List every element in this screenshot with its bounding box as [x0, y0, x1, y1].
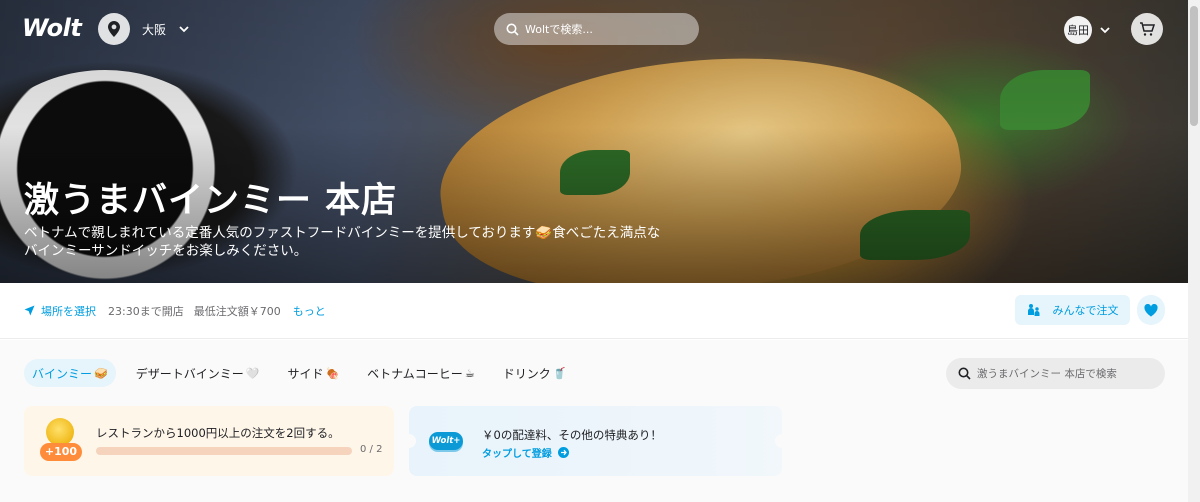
- more-info-link[interactable]: もっと: [293, 303, 326, 319]
- tab-vietnamese-coffee[interactable]: ベトナムコーヒー ☕: [359, 359, 483, 387]
- tab-label: バインミー: [32, 366, 93, 381]
- coin-icon: [46, 418, 74, 446]
- ticket-notch: [402, 434, 416, 448]
- mission-text: レストランから1000円以上の注文を2回する。: [96, 426, 340, 440]
- venue-description: ベトナムで親しまれている定番人気のファストフードバインミーを提供しております🥪食…: [24, 225, 661, 259]
- location-pin-icon: [108, 21, 120, 37]
- tab-emoji: 🍖: [325, 366, 340, 380]
- venue-header: 激うまバインミー 本店 ベトナムで親しまれている定番人気のファストフードバインミ…: [24, 180, 664, 260]
- navigation-arrow-icon: [24, 305, 35, 316]
- location-pin-button[interactable]: [98, 13, 130, 45]
- global-search-input[interactable]: Woltで検索...: [494, 13, 699, 45]
- hero-banner: Wolt 大阪 Woltで検索... 島田 激うまバインミー 本店 ベトナムで親…: [0, 0, 1188, 283]
- wolt-plus-cta-label: タップして登録: [482, 449, 552, 460]
- tab-emoji: ☕: [464, 366, 475, 380]
- tab-banh-mi[interactable]: バインミー 🥪: [24, 359, 116, 387]
- cart-button[interactable]: [1131, 13, 1163, 45]
- ticket-notch: [775, 434, 789, 448]
- tab-side[interactable]: サイド 🍖: [279, 359, 347, 387]
- venue-title: 激うまバインミー 本店: [24, 181, 398, 221]
- bonus-badge: +100: [40, 443, 82, 461]
- tab-emoji: 🤍: [245, 366, 260, 380]
- choose-location-link[interactable]: 場所を選択: [24, 303, 96, 319]
- menu-search-placeholder: 激うまバインミー 本店で検索: [977, 368, 1117, 380]
- wolt-plus-cta[interactable]: タップして登録: [482, 445, 569, 460]
- scrollbar-thumb[interactable]: [1190, 6, 1198, 126]
- group-order-button[interactable]: みんなで注文: [1015, 295, 1130, 325]
- heart-icon: [1144, 303, 1158, 316]
- arrow-right-icon: [557, 447, 569, 458]
- search-icon: [958, 367, 971, 380]
- category-tabs: バインミー 🥪 デザートバインミー 🤍 サイド 🍖 ベトナムコーヒー ☕ ドリンク 🥤: [24, 359, 586, 387]
- wolt-plus-card[interactable]: Wolt+ ￥0の配達料、その他の特典あり！ タップして登録: [402, 406, 789, 476]
- favorite-button[interactable]: [1137, 295, 1165, 325]
- tab-emoji: 🥪: [94, 366, 108, 380]
- search-icon: [506, 23, 519, 36]
- mission-progress-bar: [96, 447, 352, 455]
- location-city[interactable]: 大阪: [142, 21, 166, 38]
- wolt-plus-badge: Wolt+: [429, 432, 463, 450]
- group-people-icon: [1027, 304, 1039, 316]
- tab-label: デザートバインミー: [135, 366, 244, 381]
- user-avatar[interactable]: 島田: [1064, 16, 1092, 44]
- chevron-down-icon[interactable]: [1099, 21, 1111, 40]
- tab-label: サイド: [287, 366, 324, 381]
- minimum-order: 最低注文額￥700: [193, 304, 281, 318]
- tab-label: ベトナムコーヒー: [367, 366, 463, 381]
- menu-section: バインミー 🥪 デザートバインミー 🤍 サイド 🍖 ベトナムコーヒー ☕ ドリンク 🥤 激…: [0, 340, 1188, 502]
- opening-hours: 23:30まで開店: [108, 304, 184, 318]
- tab-emoji: 🥤: [552, 366, 567, 380]
- herb-image: [1000, 70, 1090, 130]
- mission-card[interactable]: +100 レストランから1000円以上の注文を2回する。 0 / 2: [24, 406, 394, 476]
- tab-label: ドリンク: [502, 366, 551, 381]
- tab-drinks[interactable]: ドリンク 🥤: [495, 359, 575, 387]
- cart-icon: [1140, 22, 1155, 36]
- top-nav: Wolt 大阪 Woltで検索... 島田: [0, 0, 1188, 60]
- wolt-plus-headline: ￥0の配達料、その他の特典あり！: [482, 428, 662, 442]
- choose-location-label: 場所を選択: [41, 304, 96, 318]
- group-order-label: みんなで注文: [1052, 304, 1119, 317]
- tab-dessert-banh-mi[interactable]: デザートバインミー 🤍: [128, 359, 268, 387]
- wolt-logo[interactable]: Wolt: [22, 14, 82, 42]
- mission-progress-count: 0 / 2: [360, 444, 383, 455]
- menu-search-input[interactable]: 激うまバインミー 本店で検索: [946, 358, 1165, 389]
- venue-info-bar: 場所を選択 23:30まで開店 最低注文額￥700 もっと みんなで注文: [0, 283, 1188, 339]
- chevron-down-icon[interactable]: [178, 20, 190, 39]
- herb-image: [860, 210, 970, 260]
- search-placeholder: Woltで検索...: [525, 23, 593, 36]
